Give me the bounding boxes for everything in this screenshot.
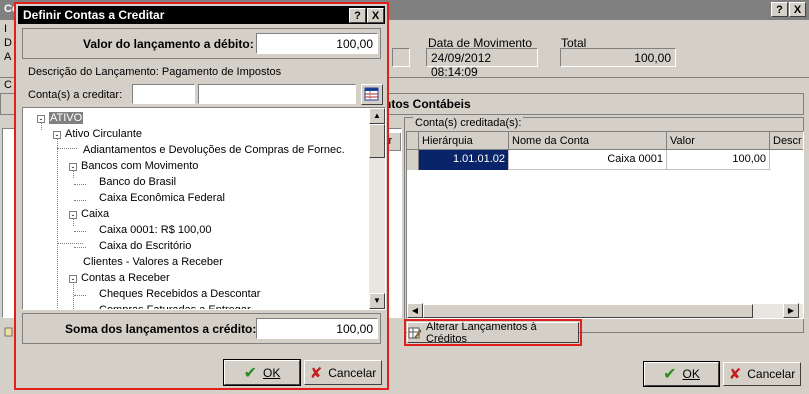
tree-item[interactable]: Adiantamentos e Devoluções de Compras de… xyxy=(83,144,345,156)
row-indicator-header xyxy=(407,132,419,150)
dialog-title-bar: Definir Contas a Creditar ? X xyxy=(18,6,385,24)
sum-label: Soma dos lançamentos a crédito: xyxy=(65,322,257,336)
tree-item[interactable]: Contas a Receber xyxy=(81,272,170,284)
cancel-x-icon: ✘ xyxy=(309,364,323,382)
account-lookup-button[interactable] xyxy=(361,84,383,105)
main-close-button[interactable]: X xyxy=(789,2,806,17)
section-title: ntos Contábeis xyxy=(384,97,471,111)
vscroll-thumb[interactable] xyxy=(369,124,385,158)
hscroll-thumb[interactable] xyxy=(423,304,753,318)
sum-value-field: 100,00 xyxy=(256,318,378,339)
sum-group: Soma dos lançamentos a crédito: 100,00 xyxy=(22,313,381,344)
edge-label-4: C xyxy=(4,79,12,91)
tree-item[interactable]: Cheques Recebidos a Descontar xyxy=(99,288,260,300)
edge-label-2: D xyxy=(4,37,12,49)
main-help-button[interactable]: ? xyxy=(771,2,788,17)
account-name-input[interactable] xyxy=(198,84,356,104)
cell-nome[interactable]: Caixa 0001 xyxy=(509,150,667,170)
col-valor[interactable]: Valor xyxy=(667,132,770,150)
dialog-ok-button-frame: ✔ OK xyxy=(223,359,301,386)
row-indicator xyxy=(407,150,419,170)
main-cancel-label: Cancelar xyxy=(747,367,796,381)
tree-item[interactable]: Compras Faturadas a Entregar xyxy=(99,304,251,309)
tree-vscroll[interactable]: ▲ ▼ xyxy=(369,108,385,309)
main-ok-button[interactable]: ✔ OK xyxy=(644,362,719,386)
grid-edit-icon xyxy=(408,326,422,340)
description-text: Descrição do Lançamento: Pagamento de Im… xyxy=(28,66,282,78)
dialog-help-button[interactable]: ? xyxy=(349,8,366,23)
credited-hscroll[interactable]: ◀ ▶ xyxy=(407,303,803,318)
tree-item[interactable]: Ativo Circulante xyxy=(65,128,142,140)
hscroll-left-arrow[interactable]: ◀ xyxy=(407,303,423,318)
tree-item[interactable]: Bancos com Movimento xyxy=(81,160,198,172)
debit-group: Valor do lançamento a débito: 100,00 xyxy=(22,28,381,59)
main-ok-label: OK xyxy=(682,367,700,381)
edge-icon xyxy=(4,326,14,338)
table-lookup-icon xyxy=(364,87,380,105)
dialog-title-text: Definir Contas a Creditar xyxy=(23,8,165,22)
check-icon: ✔ xyxy=(243,364,258,382)
tree-collapse-icon[interactable]: - xyxy=(53,131,61,140)
definir-contas-dialog: Definir Contas a Creditar ? X Valor do l… xyxy=(14,2,389,390)
alter-button-label: Alterar Lançamentos à Créditos xyxy=(426,320,537,345)
dialog-close-button[interactable]: X xyxy=(367,8,384,23)
date-field: 24/09/2012 08:14:09 xyxy=(426,48,538,79)
tree-item[interactable]: Caixa xyxy=(81,208,109,220)
partial-field xyxy=(392,48,410,67)
account-code-input[interactable] xyxy=(132,84,195,104)
dialog-ok-button[interactable]: ✔ OK xyxy=(224,360,300,385)
credited-grid[interactable]: Hierárquia Nome da Conta Valor Descr 1.0… xyxy=(406,131,804,319)
tree-collapse-icon[interactable]: - xyxy=(69,163,77,172)
edge-label-3: A xyxy=(4,51,12,63)
debit-value-field: 100,00 xyxy=(256,33,378,54)
tree-item[interactable]: Clientes - Valores a Receber xyxy=(83,256,223,268)
account-tree[interactable]: - ATIVO - Ativo Circulante Adiantamentos e D… xyxy=(22,107,386,310)
tree-item[interactable]: Caixa Econômica Federal xyxy=(99,192,225,204)
credited-label: Conta(s) creditada(s): xyxy=(413,117,524,129)
col-nome-conta[interactable]: Nome da Conta xyxy=(509,132,667,150)
accounts-label: Conta(s) a creditar: xyxy=(28,89,123,101)
dialog-cancel-label: Cancelar xyxy=(328,365,377,380)
alter-button-highlight: Alterar Lançamentos à Créditos xyxy=(404,319,582,346)
dialog-cancel-button[interactable]: ✘ Cancelar xyxy=(304,360,382,385)
main-cancel-button[interactable]: ✘ Cancelar xyxy=(723,362,801,386)
tree-item[interactable]: Caixa 0001: R$ 100,00 xyxy=(99,224,212,236)
tree-item[interactable]: ATIVO xyxy=(49,112,84,124)
edge-label-1: I xyxy=(4,23,8,35)
col-descr[interactable]: Descr xyxy=(770,132,803,150)
tree-collapse-icon[interactable]: - xyxy=(69,275,77,284)
vscroll-up-arrow[interactable]: ▲ xyxy=(369,108,385,124)
cell-hierarquia[interactable]: 1.01.01.02 xyxy=(419,150,509,170)
vscroll-down-arrow[interactable]: ▼ xyxy=(369,293,385,309)
check-icon: ✔ xyxy=(663,366,677,383)
main-ok-button-frame: ✔ OK xyxy=(643,361,720,387)
tree-item[interactable]: Caixa do Escritório xyxy=(99,240,191,252)
alter-lancamentos-button[interactable]: Alterar Lançamentos à Créditos xyxy=(407,320,579,345)
tree-item[interactable]: Banco do Brasil xyxy=(99,176,176,188)
dialog-ok-label: OK xyxy=(263,365,281,380)
tree-collapse-icon[interactable]: - xyxy=(37,115,45,124)
col-hierarquia[interactable]: Hierárquia xyxy=(419,132,509,150)
tree-collapse-icon[interactable]: - xyxy=(69,211,77,220)
total-field: 100,00 xyxy=(560,48,676,67)
hscroll-right-arrow[interactable]: ▶ xyxy=(783,303,799,318)
cancel-x-icon: ✘ xyxy=(728,366,742,383)
cell-valor[interactable]: 100,00 xyxy=(667,150,770,170)
debit-label: Valor do lançamento a débito: xyxy=(83,37,254,51)
